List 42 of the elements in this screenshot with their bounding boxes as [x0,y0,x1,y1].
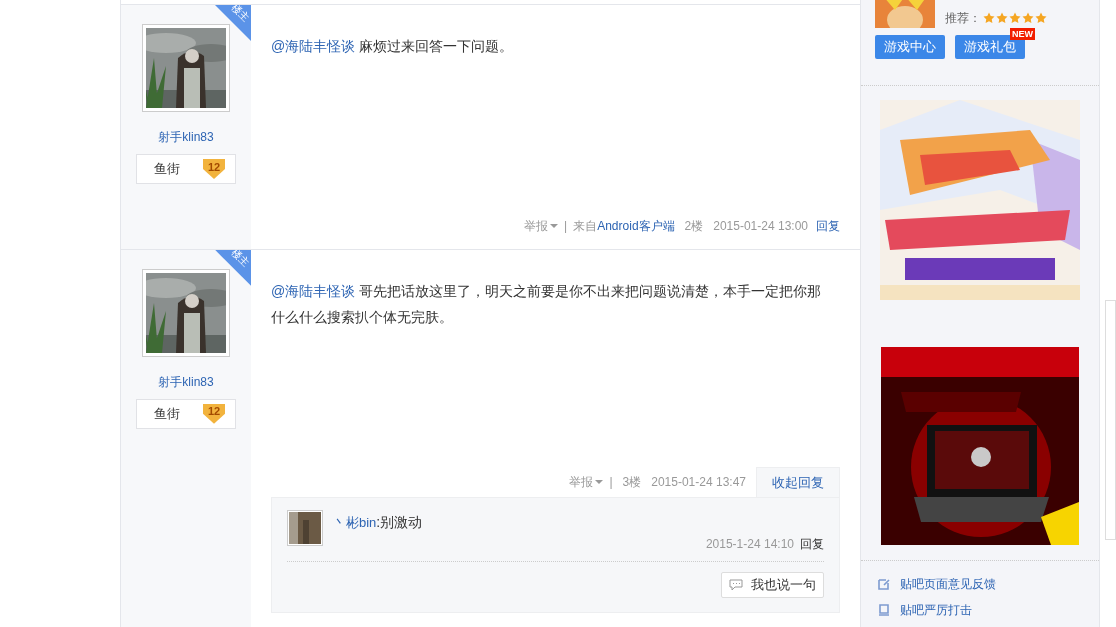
star-icon [983,12,995,24]
reply-link[interactable]: 回复 [816,216,840,235]
comment-button[interactable]: 我也说一句 [721,572,824,598]
post-text: @海陆丰怪谈 麻烦过来回答一下问题。 [271,37,515,56]
author-name[interactable]: 射手klin83 [158,372,214,391]
reply-text: 丶彬bin:别激动 [333,513,424,532]
post-text: @海陆丰怪谈 哥先把话放这里了，明天之前要是你不出来把问题说清楚，本手一定把你那什么什么搜索扒个体无完肤。 [271,281,823,327]
collapse-replies-tab[interactable]: 收起回复 [756,467,840,497]
post-time: 2015-01-24 13:47 [651,474,746,491]
reply-avatar[interactable] [287,510,323,546]
star-icon [1022,12,1034,24]
mention-link[interactable]: @海陆丰怪谈 [271,282,356,299]
reply-time: 2015-1-24 14:10 [705,536,794,553]
separator: | [564,217,568,235]
monitor-icon [878,603,890,616]
reply-link[interactable]: 回复 [800,535,824,553]
floor-number: 2楼 [684,217,704,235]
sidebar-link[interactable]: 贴吧严厉打击 [878,600,1099,619]
new-badge: NEW [1010,28,1035,40]
level-name: 鱼街 [154,160,180,179]
level-badge: 12 [203,403,225,424]
client-link[interactable]: Android客户端 [597,218,675,233]
star-icon [1035,12,1047,24]
author-name[interactable]: 射手klin83 [158,128,214,146]
edit-icon [878,577,890,590]
recommend-label: 推荐： [945,10,981,27]
star-icon [1009,12,1021,24]
separator: | [609,474,613,491]
reply-user-link[interactable]: 丶彬bin [333,515,377,530]
source-text: 来自Android客户端 [573,217,675,235]
star-icon [996,12,1008,24]
mention-link[interactable]: @海陆丰怪谈 [271,38,356,54]
sidebar-link[interactable]: 贴吧页面意见反馈 [878,574,1099,593]
level-name: 鱼街 [154,405,180,424]
post-time: 2015-01-24 13:00 [713,217,808,235]
game-thumbnail[interactable] [875,0,935,28]
report-menu[interactable]: 举报 [524,216,559,235]
report-menu[interactable]: 举报 [569,473,604,491]
speech-bubble-icon [729,579,743,591]
floor-number: 3楼 [622,474,642,491]
level-badge: 12 [203,159,225,179]
game-button[interactable]: 游戏中心 [875,34,945,59]
